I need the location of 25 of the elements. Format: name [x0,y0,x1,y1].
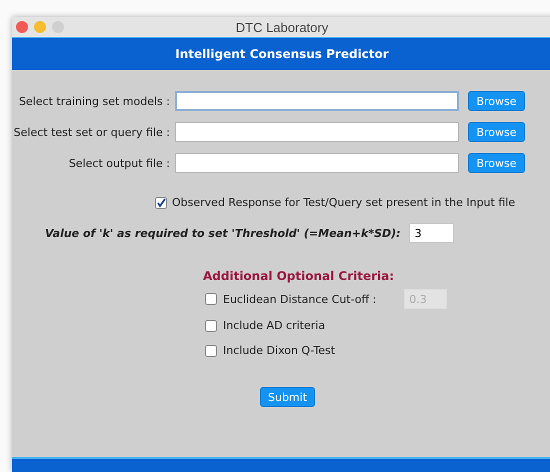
checkbox-label: Include Dixon Q-Test [223,344,336,357]
file-path-field[interactable] [175,91,459,111]
field-label: Select training set models : [18,94,170,108]
field-label: Select test set or query file : [12,126,170,138]
close-icon[interactable] [16,21,28,33]
checkbox[interactable] [205,344,217,356]
checkbox[interactable] [155,196,167,208]
window-title: DTC Laboratory [236,20,328,34]
k-value-label: Value of 'k' as required to set 'Threshold' (=Mean+k*SD): [45,226,401,240]
browse-button[interactable]: Browse [468,91,525,111]
submit-button[interactable]: Submit [260,387,315,407]
checkbox-label: Observed Response for Test/Query set present in the Input file [172,196,516,209]
checkbox[interactable] [205,320,217,332]
k-value-field[interactable]: 3 [408,223,454,243]
field-label: Select output file : [68,156,170,170]
checkbox-label: Euclidean Distance Cut-off : [223,292,376,306]
minimize-icon[interactable] [34,21,46,33]
browse-button[interactable]: Browse [468,153,525,173]
file-path-field[interactable] [175,122,459,142]
file-path-field[interactable] [175,153,459,173]
checkbox-label: Include AD criteria [223,319,326,332]
checkbox[interactable] [205,293,217,305]
header-title: Intelligent Consensus Predictor [175,47,389,61]
browse-button[interactable]: Browse [468,122,525,142]
section-title: Additional Optional Criteria: [203,269,396,283]
